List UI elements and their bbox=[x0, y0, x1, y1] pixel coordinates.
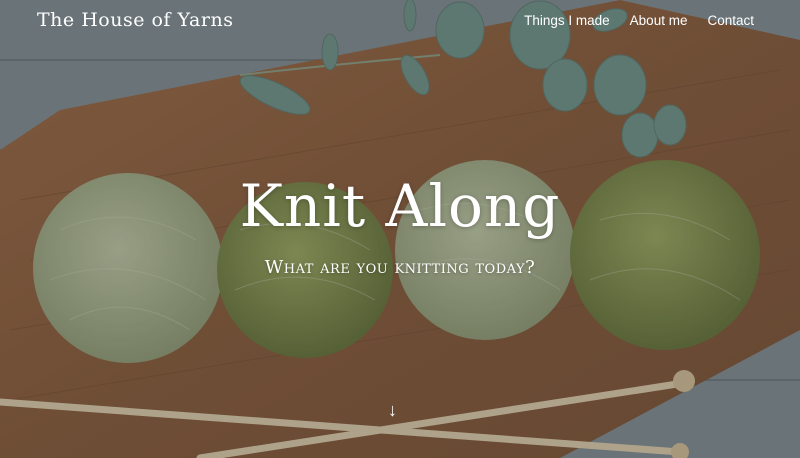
nav-link-contact[interactable]: Contact bbox=[707, 13, 754, 28]
brand-logo-link[interactable]: The House of Yarns bbox=[37, 9, 233, 31]
nav-link-things-i-made[interactable]: Things I made bbox=[524, 13, 610, 28]
hero-title: Knit Along bbox=[239, 172, 561, 240]
hero-subtitle: What are you knitting today? bbox=[264, 257, 536, 278]
top-navigation: The House of Yarns Things I made About m… bbox=[0, 0, 800, 44]
nav-link-about-me[interactable]: About me bbox=[630, 13, 688, 28]
arrow-down-icon[interactable]: ↓ bbox=[388, 400, 397, 421]
nav-menu: Things I made About me Contact bbox=[524, 13, 754, 28]
